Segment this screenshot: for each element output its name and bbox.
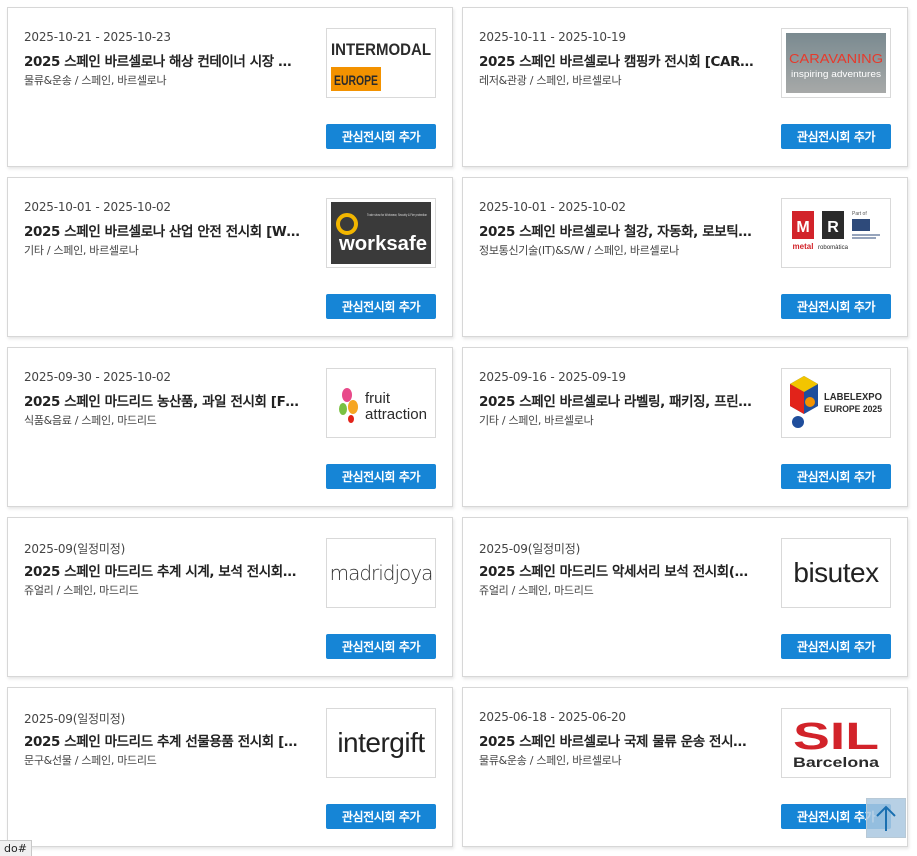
add-favorite-exhibition-button[interactable]: 관심전시회 추가 — [781, 634, 891, 659]
add-favorite-exhibition-button[interactable]: 관심전시회 추가 — [326, 634, 436, 659]
exhibition-category-location: 정보통신기술(IT)&S/W / 스페인, 바르셀로나 — [479, 244, 679, 257]
exhibition-card[interactable]: 2025-10-11 - 2025-10-19 2025 스페인 바르셀로나 캠… — [462, 7, 908, 167]
exhibition-dates: 2025-09(일정미정) — [24, 542, 126, 556]
exhibition-category-location: 식품&음료 / 스페인, 마드리드 — [24, 414, 157, 427]
logo-word-metal: metal — [793, 242, 814, 251]
madridjoya-logo: madridjoya — [329, 561, 434, 585]
exhibition-category-location: 쥬얼리 / 스페인, 마드리드 — [479, 584, 594, 597]
add-favorite-exhibition-button[interactable]: 관심전시회 추가 — [326, 124, 436, 149]
exhibition-title-link[interactable]: 2025 스페인 마드리드 추계 선물용품 전시회 [… — [24, 730, 314, 750]
exhibition-logo[interactable]: bisutex — [781, 538, 891, 608]
logo-text-line2: EUROPE — [334, 72, 378, 88]
bisutex-logo: bisutex — [793, 557, 879, 588]
logo-tagline: Trade show for Workwear, Security & Fire… — [367, 212, 427, 217]
logo-text-line1: LABELEXPO — [824, 392, 882, 403]
exhibition-category-location: 물류&운송 / 스페인, 바르셀로나 — [24, 74, 167, 87]
labelexpo-logo: LABELEXPO EUROPE 2025 — [790, 376, 882, 428]
exhibition-category-location: 레저&관광 / 스페인, 바르셀로나 — [479, 74, 622, 87]
exhibition-card[interactable]: 2025-09(일정미정) 2025 스페인 마드리드 악세서리 보석 전시회(… — [462, 517, 908, 677]
exhibition-logo[interactable]: Trade show for Workwear, Security & Fire… — [326, 198, 436, 268]
svg-text:R: R — [827, 219, 839, 236]
exhibition-dates: 2025-09-16 - 2025-09-19 — [479, 370, 626, 384]
exhibition-dates: 2025-10-21 - 2025-10-23 — [24, 30, 171, 44]
exhibition-title-link[interactable]: 2025 스페인 바르셀로나 해상 컨테이너 시장 … — [24, 50, 314, 70]
exhibition-card[interactable]: 2025-09(일정미정) 2025 스페인 마드리드 추계 선물용품 전시회 … — [7, 687, 453, 847]
logo-text-line2: attraction — [365, 406, 427, 423]
exhibition-category-location: 쥬얼리 / 스페인, 마드리드 — [24, 584, 139, 597]
exhibition-logo[interactable]: M metal R robomàtica Part of — [781, 198, 891, 268]
logo-text-line1: CARAVANING — [789, 51, 883, 66]
caravaning-logo: CARAVANING inspiring adventures — [786, 33, 886, 93]
worksafe-logo: Trade show for Workwear, Security & Fire… — [331, 202, 431, 264]
logo-text-line1: SIL — [793, 716, 879, 758]
exhibition-card[interactable]: 2025-06-18 - 2025-06-20 2025 스페인 바르셀로나 국… — [462, 687, 908, 847]
add-favorite-exhibition-button[interactable]: 관심전시회 추가 — [326, 294, 436, 319]
metal-robomatica-logo: M metal R robomàtica Part of — [792, 211, 880, 251]
exhibition-logo[interactable]: CARAVANING inspiring adventures — [781, 28, 891, 98]
exhibition-card[interactable]: 2025-09-16 - 2025-09-19 2025 스페인 바르셀로나 라… — [462, 347, 908, 507]
exhibition-dates: 2025-10-11 - 2025-10-19 — [479, 30, 626, 44]
exhibition-dates: 2025-09(일정미정) — [24, 712, 126, 726]
exhibition-category-location: 문구&선물 / 스페인, 마드리드 — [24, 754, 157, 767]
exhibition-logo[interactable]: LABELEXPO EUROPE 2025 — [781, 368, 891, 438]
exhibition-card[interactable]: 2025-10-01 - 2025-10-02 2025 스페인 바르셀로나 산… — [7, 177, 453, 337]
exhibition-title-link[interactable]: 2025 스페인 바르셀로나 국제 물류 운송 전시… — [479, 730, 769, 750]
intermodal-europe-logo: INTERMODAL EUROPE — [331, 40, 431, 91]
exhibition-dates: 2025-09-30 - 2025-10-02 — [24, 370, 171, 384]
exhibition-logo[interactable]: intergift — [326, 708, 436, 778]
exhibition-title-link[interactable]: 2025 스페인 바르셀로나 철강, 자동화, 로보틱… — [479, 220, 769, 240]
logo-text-line1: worksafe — [338, 233, 427, 255]
logo-word-robomatica: robomàtica — [818, 245, 849, 251]
exhibition-title-link[interactable]: 2025 스페인 마드리드 추계 시계, 보석 전시회… — [24, 560, 314, 580]
fruit-attraction-logo: fruit attraction — [339, 388, 427, 423]
exhibition-logo[interactable]: madridjoya — [326, 538, 436, 608]
intergift-logo: intergift — [337, 727, 425, 758]
exhibition-logo[interactable]: fruit attraction — [326, 368, 436, 438]
exhibition-title-link[interactable]: 2025 스페인 마드리드 농산품, 과일 전시회 [F… — [24, 390, 314, 410]
add-favorite-exhibition-button[interactable]: 관심전시회 추가 — [781, 464, 891, 489]
logo-part-of: Part of — [852, 211, 867, 217]
exhibition-title-link[interactable]: 2025 스페인 바르셀로나 산업 안전 전시회 [W… — [24, 220, 314, 240]
status-bar-url: do# — [0, 840, 32, 856]
arrow-up-icon — [876, 805, 896, 831]
add-favorite-exhibition-button[interactable]: 관심전시회 추가 — [781, 294, 891, 319]
exhibition-card[interactable]: 2025-09(일정미정) 2025 스페인 마드리드 추계 시계, 보석 전시… — [7, 517, 453, 677]
exhibition-dates: 2025-06-18 - 2025-06-20 — [479, 710, 626, 724]
exhibition-card[interactable]: 2025-10-21 - 2025-10-23 2025 스페인 바르셀로나 해… — [7, 7, 453, 167]
exhibition-category-location: 기타 / 스페인, 바르셀로나 — [479, 414, 594, 427]
exhibition-title-link[interactable]: 2025 스페인 마드리드 악세서리 보석 전시회(… — [479, 560, 769, 580]
exhibition-dates: 2025-10-01 - 2025-10-02 — [479, 200, 626, 214]
logo-text-line1: fruit — [365, 390, 391, 407]
sil-barcelona-logo: SIL Barcelona — [793, 716, 879, 770]
exhibition-category-location: 물류&운송 / 스페인, 바르셀로나 — [479, 754, 622, 767]
exhibition-logo[interactable]: SIL Barcelona — [781, 708, 891, 778]
exhibition-dates: 2025-09(일정미정) — [479, 542, 581, 556]
add-favorite-exhibition-button[interactable]: 관심전시회 추가 — [326, 804, 436, 829]
exhibition-title-link[interactable]: 2025 스페인 바르셀로나 라벨링, 패키징, 프린… — [479, 390, 769, 410]
svg-text:M: M — [796, 219, 809, 236]
logo-text-line2: inspiring adventures — [791, 69, 882, 79]
exhibition-title-link[interactable]: 2025 스페인 바르셀로나 캠핑카 전시회 [CAR… — [479, 50, 769, 70]
exhibition-dates: 2025-10-01 - 2025-10-02 — [24, 200, 171, 214]
exhibition-logo[interactable]: INTERMODAL EUROPE — [326, 28, 436, 98]
exhibition-category-location: 기타 / 스페인, 바르셀로나 — [24, 244, 139, 257]
add-favorite-exhibition-button[interactable]: 관심전시회 추가 — [781, 124, 891, 149]
exhibition-card[interactable]: 2025-09-30 - 2025-10-02 2025 스페인 마드리드 농산… — [7, 347, 453, 507]
logo-text-line2: EUROPE 2025 — [824, 404, 882, 414]
scroll-to-top-button[interactable] — [866, 798, 906, 838]
logo-text-line2: Barcelona — [793, 754, 879, 770]
logo-text-line1: INTERMODAL — [331, 40, 431, 59]
exhibition-card[interactable]: 2025-10-01 - 2025-10-02 2025 스페인 바르셀로나 철… — [462, 177, 908, 337]
add-favorite-exhibition-button[interactable]: 관심전시회 추가 — [326, 464, 436, 489]
